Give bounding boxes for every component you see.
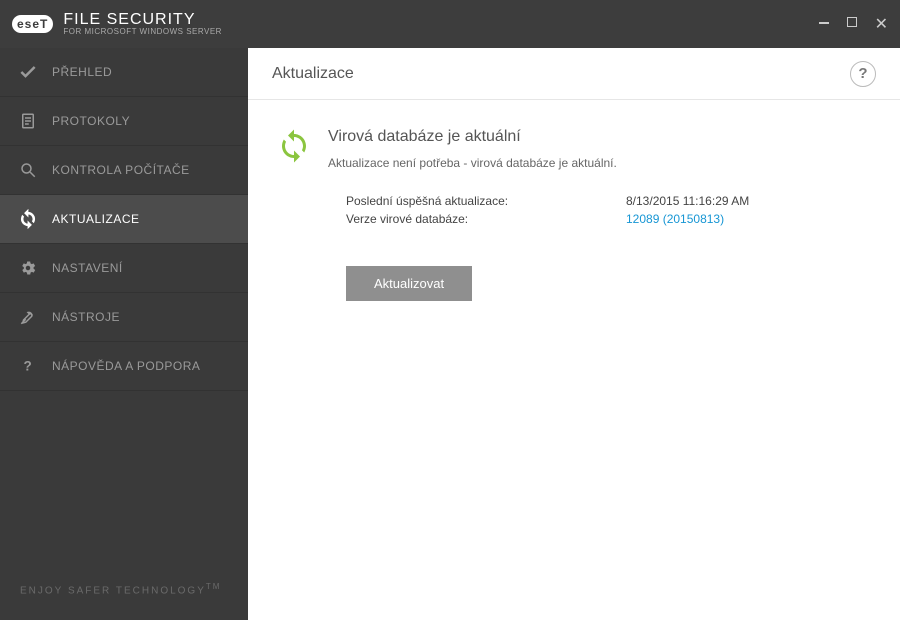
last-update-label: Poslední úspěšná aktualizace:	[346, 194, 626, 208]
page-title: Aktualizace	[272, 65, 354, 83]
footer-text: ENJOY SAFER TECHNOLOGY	[20, 585, 206, 596]
sidebar-item-nastaveni[interactable]: NASTAVENÍ	[0, 244, 248, 293]
sidebar-item-kontrola[interactable]: KONTROLA POČÍTAČE	[0, 146, 248, 195]
detail-row-last-update: Poslední úspěšná aktualizace: 8/13/2015 …	[346, 194, 872, 208]
close-button[interactable]: ✕	[875, 14, 888, 34]
document-icon	[18, 111, 38, 131]
eset-logo: eseT	[12, 15, 53, 33]
db-version-link[interactable]: 12089 (20150813)	[626, 212, 724, 226]
logo-group: eseT FILE SECURITY FOR MICROSOFT WINDOWS…	[12, 11, 222, 37]
details: Poslední úspěšná aktualizace: 8/13/2015 …	[346, 194, 872, 226]
sidebar-item-napoveda[interactable]: ? NÁPOVĚDA A PODPORA	[0, 342, 248, 391]
product-name-main: FILE SECURITY	[63, 11, 222, 29]
sidebar-item-label: NÁSTROJE	[52, 310, 120, 324]
footer-tm: TM	[206, 582, 222, 591]
window-controls: ✕	[819, 14, 888, 34]
tools-icon	[18, 307, 38, 327]
sidebar: PŘEHLED PROTOKOLY KONTROLA POČÍTAČE AKTU…	[0, 48, 248, 620]
main: Aktualizace ? Virová databáze je aktuáln…	[248, 48, 900, 620]
status-subtitle: Aktualizace není potřeba - virová databá…	[328, 156, 617, 170]
refresh-success-icon	[276, 128, 312, 164]
search-icon	[18, 160, 38, 180]
db-version-label: Verze virové databáze:	[346, 212, 626, 226]
sidebar-item-aktualizace[interactable]: AKTUALIZACE	[0, 195, 248, 244]
titlebar: eseT FILE SECURITY FOR MICROSOFT WINDOWS…	[0, 0, 900, 48]
product-name-sub: FOR MICROSOFT WINDOWS SERVER	[63, 28, 222, 37]
sidebar-item-label: KONTROLA POČÍTAČE	[52, 163, 190, 177]
product-name: FILE SECURITY FOR MICROSOFT WINDOWS SERV…	[63, 11, 222, 37]
sidebar-item-label: PŘEHLED	[52, 65, 112, 79]
help-icon: ?	[18, 356, 38, 376]
status-row: Virová databáze je aktuální Aktualizace …	[276, 128, 872, 170]
detail-row-db-version: Verze virové databáze: 12089 (20150813)	[346, 212, 872, 226]
sidebar-item-label: NÁPOVĚDA A PODPORA	[52, 359, 200, 373]
minimize-icon	[819, 22, 829, 24]
refresh-icon	[18, 209, 38, 229]
svg-text:?: ?	[24, 359, 33, 374]
check-icon	[18, 62, 38, 82]
sidebar-item-label: PROTOKOLY	[52, 114, 130, 128]
main-content: Virová databáze je aktuální Aktualizace …	[248, 100, 900, 329]
maximize-icon	[847, 17, 857, 27]
sidebar-item-nastroje[interactable]: NÁSTROJE	[0, 293, 248, 342]
last-update-value: 8/13/2015 11:16:29 AM	[626, 194, 749, 208]
sidebar-item-label: NASTAVENÍ	[52, 261, 123, 275]
minimize-button[interactable]	[819, 14, 829, 34]
maximize-button[interactable]	[847, 14, 857, 34]
main-header: Aktualizace ?	[248, 48, 900, 100]
sidebar-footer: ENJOY SAFER TECHNOLOGYTM	[0, 558, 248, 620]
gear-icon	[18, 258, 38, 278]
update-button[interactable]: Aktualizovat	[346, 266, 472, 301]
status-text: Virová databáze je aktuální Aktualizace …	[328, 128, 617, 170]
sidebar-item-label: AKTUALIZACE	[52, 212, 140, 226]
sidebar-item-protokoly[interactable]: PROTOKOLY	[0, 97, 248, 146]
help-button[interactable]: ?	[850, 61, 876, 87]
sidebar-item-prehled[interactable]: PŘEHLED	[0, 48, 248, 97]
status-title: Virová databáze je aktuální	[328, 128, 617, 146]
